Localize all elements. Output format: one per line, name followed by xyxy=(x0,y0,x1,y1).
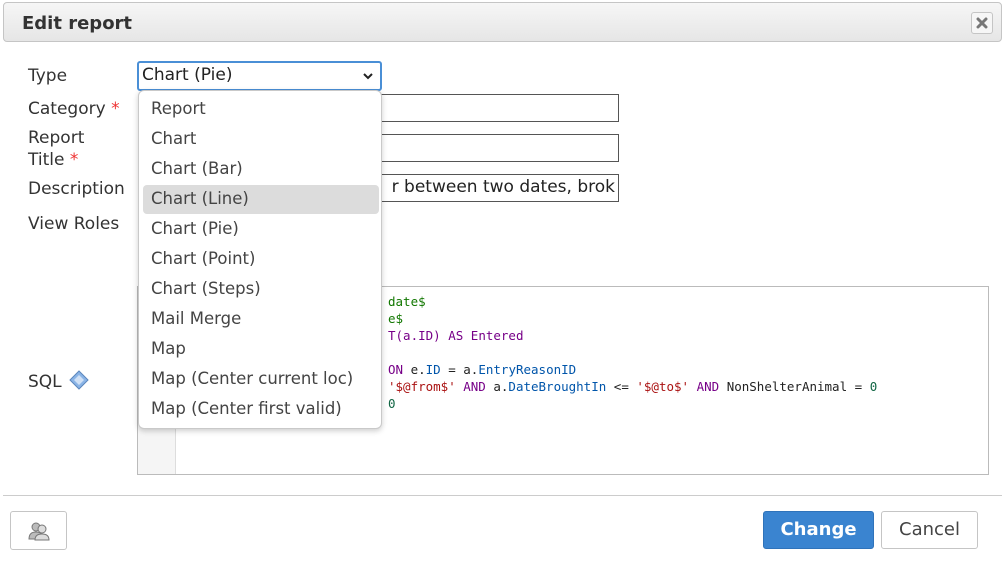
type-select[interactable]: Chart (Pie) xyxy=(137,61,382,91)
dialog-titlebar: Edit report xyxy=(3,2,1002,42)
dropdown-option[interactable]: Chart (Pie) xyxy=(143,215,379,244)
dropdown-option[interactable]: Map xyxy=(143,335,379,364)
dropdown-option-highlighted[interactable]: Chart (Line) xyxy=(143,185,379,214)
description-field[interactable]: r between two dates, brok xyxy=(380,174,619,202)
dropdown-option[interactable]: Map (Center current loc) xyxy=(143,365,379,394)
description-label: Description xyxy=(28,179,125,199)
dropdown-option[interactable]: Chart xyxy=(143,125,379,154)
dropdown-option[interactable]: Chart (Steps) xyxy=(143,275,379,304)
sql-line: T(a.ID) AS Entered xyxy=(388,328,524,343)
sql-line: '$@from$' AND a.DateBroughtIn <= '$@to$'… xyxy=(388,379,878,394)
category-field[interactable] xyxy=(380,94,619,122)
sql-label: SQL xyxy=(28,370,89,393)
footer-divider xyxy=(3,495,1002,496)
report-title-label-line1: Report xyxy=(28,128,85,148)
close-button[interactable] xyxy=(971,12,993,34)
sql-line: ON e.ID = a.EntryReasonID xyxy=(388,362,577,377)
report-title-field[interactable] xyxy=(380,134,619,162)
change-button[interactable]: Change xyxy=(763,511,874,549)
type-label: Type xyxy=(28,66,68,86)
users-icon xyxy=(27,522,50,540)
help-diamond-icon[interactable] xyxy=(69,370,89,390)
user-button[interactable] xyxy=(10,511,67,550)
report-title-label-line2: Title * xyxy=(28,150,79,170)
view-roles-label: View Roles xyxy=(28,214,120,234)
category-label: Category * xyxy=(28,99,120,119)
chevron-down-icon xyxy=(363,73,373,80)
close-icon xyxy=(976,17,988,29)
dropdown-option[interactable]: Chart (Bar) xyxy=(143,155,379,184)
sql-line: 0 xyxy=(388,396,396,411)
dropdown-option[interactable]: Map (Center first valid) xyxy=(143,395,379,424)
dropdown-option[interactable]: Chart (Point) xyxy=(143,245,379,274)
dropdown-option[interactable]: Report xyxy=(143,95,379,124)
type-select-value: Chart (Pie) xyxy=(142,65,233,85)
type-dropdown-list: Report Chart Chart (Bar) Chart (Line) Ch… xyxy=(138,90,382,429)
sql-line: date$ xyxy=(388,294,426,309)
sql-line: e$ xyxy=(388,311,404,326)
dropdown-option[interactable]: Mail Merge xyxy=(143,305,379,334)
cancel-button[interactable]: Cancel xyxy=(881,511,978,549)
dialog-title: Edit report xyxy=(22,13,133,34)
